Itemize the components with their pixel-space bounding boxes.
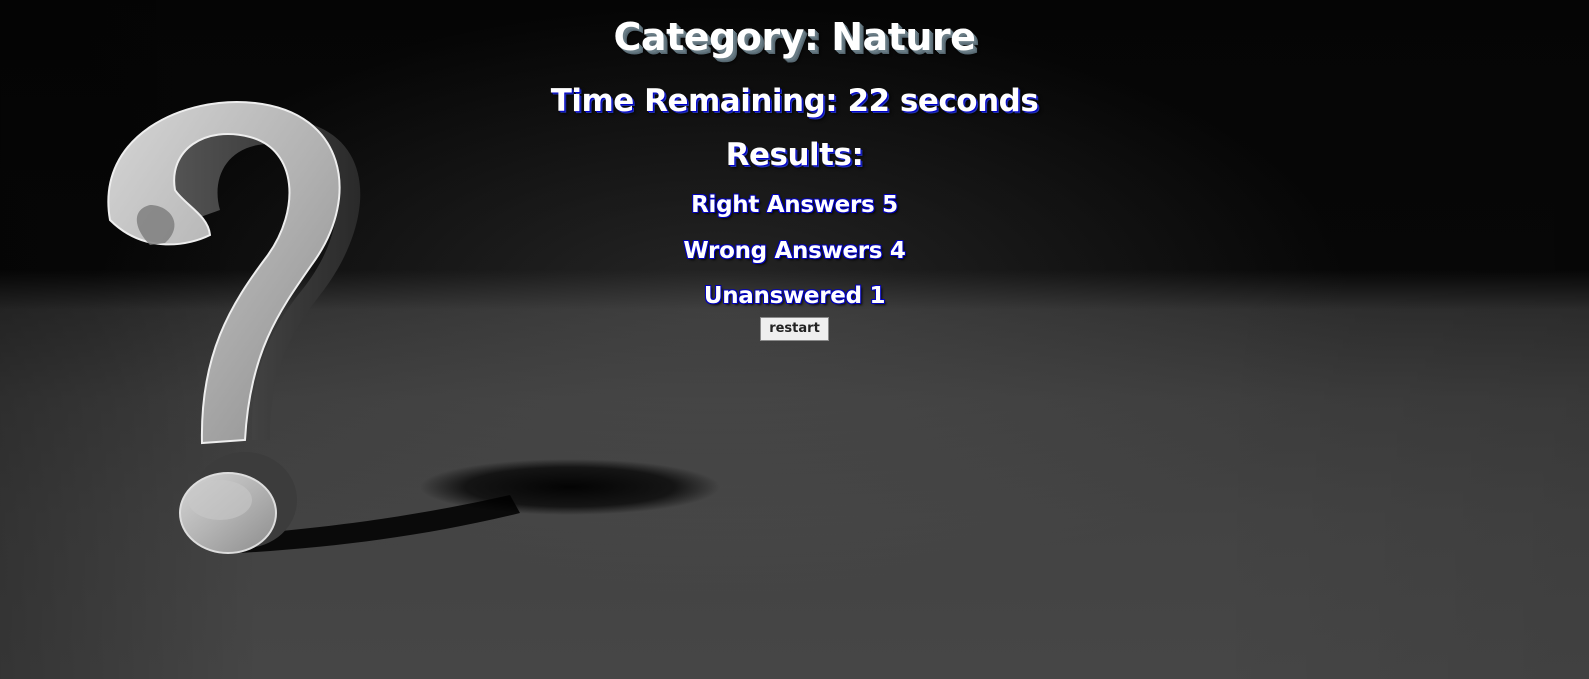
category-title: Category: Nature [613, 15, 976, 59]
restart-button[interactable]: restart [760, 317, 829, 341]
quiz-results-panel: Category: Nature Time Remaining: 22 seco… [0, 0, 1589, 341]
time-remaining: Time Remaining: 22 seconds [550, 83, 1039, 119]
results-heading: Results: [725, 137, 864, 173]
wrong-answers-count: Wrong Answers 4 [683, 238, 906, 264]
unanswered-count: Unanswered 1 [703, 283, 886, 309]
right-answers-count: Right Answers 5 [691, 192, 898, 218]
